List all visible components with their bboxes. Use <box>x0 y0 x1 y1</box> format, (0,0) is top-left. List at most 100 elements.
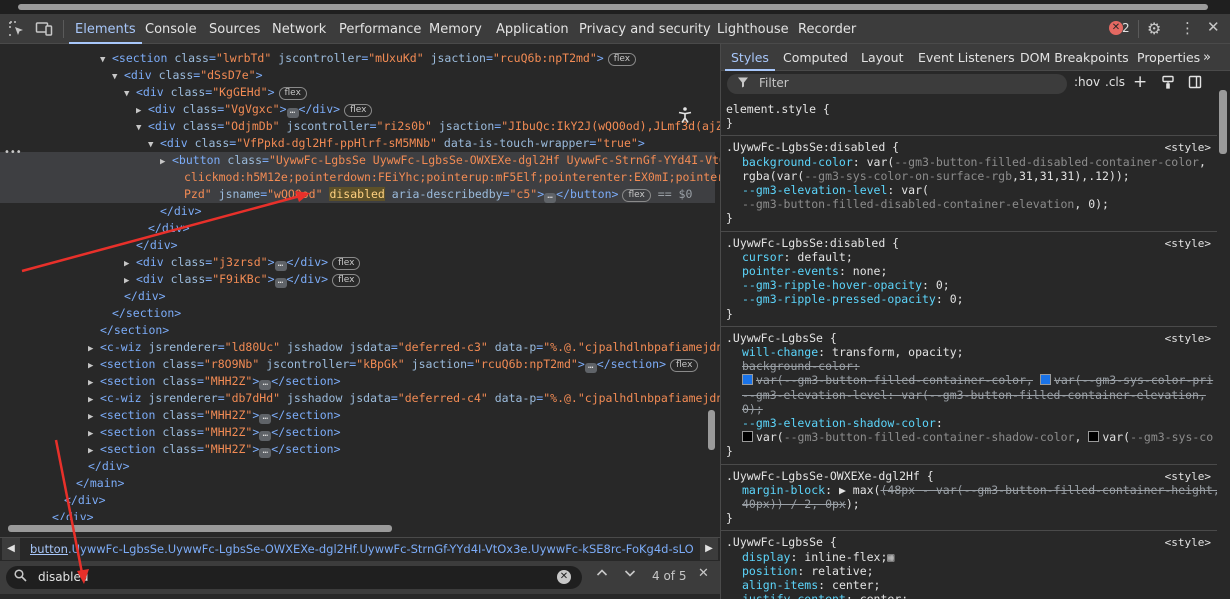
selected-node-line[interactable]: clickmod:h5M12e;pointerdown:FEiYhc;point… <box>0 169 720 186</box>
rule-declaration[interactable]: --gm3-ripple-hover-opacity: 0; <box>742 278 950 292</box>
rule-declaration[interactable]: will-change: transform, opacity; <box>742 345 964 359</box>
tab-lighthouse[interactable]: Lighthouse <box>717 14 789 44</box>
element-style-rule[interactable]: element.style {} <box>721 100 1217 137</box>
dom-node-line[interactable]: </section> <box>0 322 715 339</box>
flex-badge[interactable]: flex <box>332 257 361 270</box>
dom-node-line[interactable]: </div> <box>0 237 715 254</box>
more-tabs-icon[interactable]: » <box>1203 44 1211 71</box>
dom-node-line[interactable]: </div> <box>0 203 715 220</box>
rule-selector[interactable]: .UywwFc-LgbsSe-OWXEXe-dgl2Hf { <box>726 469 934 483</box>
device-toolbar-icon[interactable] <box>35 20 53 38</box>
tab-computed[interactable]: Computed <box>783 44 848 71</box>
rule-declaration[interactable]: 40px)) / 2, 0px); <box>742 497 860 511</box>
rule-declaration[interactable]: rgba(var(--gm3-sys-color-on-surface-rgb,… <box>742 169 1130 183</box>
close-devtools-icon[interactable]: ✕ <box>1207 18 1220 36</box>
rule-declaration[interactable]: pointer-events: none; <box>742 264 887 278</box>
tab-memory[interactable]: Memory <box>429 14 482 44</box>
rule-source-link[interactable]: <style> <box>1165 536 1211 549</box>
class-toggle[interactable]: .cls <box>1105 75 1125 89</box>
dom-node-line[interactable]: </div> <box>0 492 715 509</box>
search-input[interactable] <box>38 568 538 586</box>
dom-node-line[interactable]: ▶ <div class="j3zrsd">… </div> flex <box>0 254 715 271</box>
styles-vertical-scrollbar[interactable] <box>1219 90 1227 154</box>
dom-node-line[interactable]: ▼ <div class="dSsD7e"> <box>0 67 715 84</box>
rule-declaration[interactable]: background-color: var(--gm3-button-fille… <box>742 155 1206 169</box>
rule-source-link[interactable]: <style> <box>1165 332 1211 345</box>
tab-application[interactable]: Application <box>496 14 569 44</box>
toggle-sidebar-icon[interactable] <box>1188 75 1202 92</box>
node-actions-icon[interactable]: ••• <box>4 147 22 158</box>
dom-node-line[interactable]: </div> <box>0 509 715 520</box>
tab-performance[interactable]: Performance <box>339 14 421 44</box>
dom-node-line[interactable]: </div> <box>0 458 715 475</box>
breadcrumb-left-icon[interactable]: ◀ <box>2 538 20 560</box>
flex-badge[interactable]: flex <box>670 359 699 372</box>
selected-node-line[interactable]: ▶ <button class="UywwFc-LgbsSe UywwFc-Lgb… <box>0 152 720 169</box>
elements-tree[interactable]: ▼ <section class="lwrbTd" jscontroller="m… <box>0 44 720 520</box>
dom-node-line[interactable]: ▶ <section class="MHH2Z">… </section> <box>0 424 715 441</box>
color-swatch[interactable] <box>742 374 753 386</box>
rule-source-link[interactable]: <style> <box>1165 237 1211 250</box>
css-rule[interactable]: .UywwFc-LgbsSe {display: inline-flex;▦ po… <box>721 533 1217 599</box>
flex-badge[interactable]: flex <box>278 87 307 100</box>
dom-node-line[interactable]: </div> <box>0 288 715 305</box>
expand-ellipsis-button[interactable]: … <box>259 447 272 458</box>
dom-node-line[interactable]: ▶ <c-wiz jsrenderer="ld80Uc" jsshadow jsd… <box>0 339 720 356</box>
rule-selector[interactable]: .UywwFc-LgbsSe { <box>726 535 837 549</box>
rule-declaration[interactable]: align-items: center; <box>742 578 880 592</box>
dom-node-line[interactable]: ▼ <div class="OdjmDb" jscontroller="ri2s0… <box>0 118 720 135</box>
color-swatch[interactable] <box>742 431 753 443</box>
tab-privacy-and-security[interactable]: Privacy and security <box>579 14 711 44</box>
css-rule[interactable]: .UywwFc-LgbsSe:disabled {cursor: default… <box>721 234 1217 327</box>
expand-ellipsis-button[interactable]: … <box>286 107 299 118</box>
rule-declaration[interactable]: justify-content: center; <box>742 592 908 599</box>
rule-declaration[interactable]: background-color: <box>742 359 860 373</box>
rule-declaration[interactable]: } <box>726 307 733 321</box>
tab-elements[interactable]: Elements <box>69 14 142 44</box>
expand-ellipsis-button[interactable]: … <box>274 277 287 288</box>
tab-sources[interactable]: Sources <box>209 14 260 44</box>
color-swatch[interactable] <box>1088 431 1100 443</box>
inspect-element-icon[interactable] <box>8 20 26 38</box>
rule-declaration[interactable]: --gm3-elevation-level: var(--gm3-button-… <box>742 388 1206 402</box>
top-scrollbar[interactable] <box>0 0 1230 14</box>
expand-ellipsis-button[interactable]: … <box>259 379 272 390</box>
selected-node-line[interactable]: Pzd" jsname="wQO0od" disabled aria-descr… <box>0 186 715 203</box>
expand-ellipsis-button[interactable]: … <box>259 413 272 424</box>
rule-declaration[interactable]: 0); <box>742 402 763 416</box>
tree-horizontal-scrollbar[interactable] <box>8 525 392 532</box>
dom-node-line[interactable]: ▶ <section class="r8O9Nb" jscontroller="k… <box>0 356 715 373</box>
rule-declaration[interactable]: var(--gm3-button-filled-container-color,… <box>742 373 1213 387</box>
tab-recorder[interactable]: Recorder <box>798 14 856 44</box>
rule-declaration[interactable]: margin-block: ▶ max((48px - var(--gm3-bu… <box>742 483 1217 497</box>
dom-node-line[interactable]: ▼ <section class="lwrbTd" jscontroller="m… <box>0 50 715 67</box>
expand-ellipsis-button[interactable]: … <box>584 362 597 373</box>
breadcrumb-path[interactable]: button.UywwFc-LgbsSe.UywwFc-LgbsSe-OWXEX… <box>30 538 694 560</box>
clear-search-icon[interactable]: ✕ <box>557 570 571 584</box>
rule-declaration[interactable]: --gm3-ripple-pressed-opacity: 0; <box>742 292 964 306</box>
css-rule[interactable]: .UywwFc-LgbsSe {will-change: transform, … <box>721 329 1217 465</box>
rule-source-link[interactable]: <style> <box>1165 470 1211 483</box>
paint-icon[interactable] <box>1161 75 1175 92</box>
flex-badge[interactable]: flex <box>607 53 637 66</box>
flex-badge[interactable]: flex <box>344 104 373 117</box>
dom-node-line[interactable]: ▶ <div class="F9iKBc">… </div> flex <box>0 271 715 288</box>
rule-declaration[interactable]: --gm3-elevation-shadow-color: <box>742 416 943 430</box>
tab-styles[interactable]: Styles <box>725 44 775 71</box>
error-icon[interactable]: ✕ <box>1109 21 1123 35</box>
filter-input[interactable]: Filter <box>759 76 789 90</box>
error-count[interactable]: 2 <box>1122 21 1130 35</box>
color-swatch[interactable] <box>1039 374 1051 386</box>
breadcrumb-right-icon[interactable]: ▶ <box>700 538 718 560</box>
breadcrumb-tag[interactable]: button <box>30 542 68 556</box>
rule-selector[interactable]: .UywwFc-LgbsSe:disabled { <box>726 236 899 250</box>
dom-node-line[interactable]: </section> <box>0 305 715 322</box>
css-rule[interactable]: .UywwFc-LgbsSe:disabled {background-colo… <box>721 138 1217 232</box>
dom-node-line[interactable]: ▶ <section class="MHH2Z">… </section> <box>0 373 715 390</box>
rule-declaration[interactable]: } <box>726 116 733 130</box>
tab-console[interactable]: Console <box>145 14 197 44</box>
rule-selector[interactable]: element.style { <box>726 102 830 116</box>
settings-gear-icon[interactable]: ⚙ <box>1147 19 1161 38</box>
tab-properties[interactable]: Properties <box>1137 44 1200 71</box>
rule-selector[interactable]: .UywwFc-LgbsSe:disabled { <box>726 140 899 154</box>
